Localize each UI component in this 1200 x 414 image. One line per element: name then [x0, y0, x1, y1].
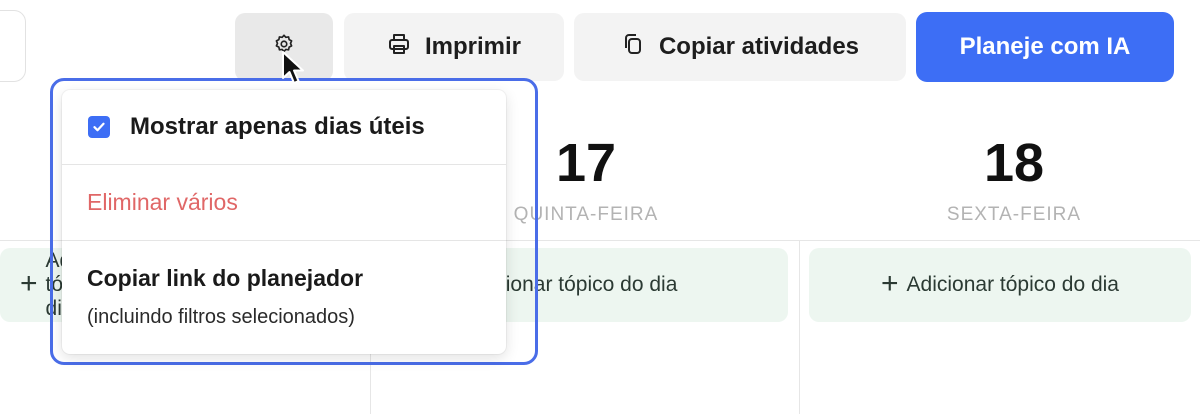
add-topic-label: Adicionar tópico do dia	[906, 273, 1119, 296]
show-weekdays-option[interactable]: Mostrar apenas dias úteis	[62, 90, 506, 164]
plus-icon: +	[20, 266, 38, 300]
copy-activities-label: Copiar atividades	[658, 33, 860, 60]
print-button[interactable]: Imprimir	[344, 13, 564, 81]
copy-link-sublabel: (incluindo filtros selecionados)	[87, 306, 355, 328]
copy-planner-link-option[interactable]: Copiar link do planejador (incluindo fil…	[62, 241, 506, 354]
delete-multiple-label: Eliminar vários	[87, 189, 238, 215]
delete-multiple-option[interactable]: Eliminar vários	[62, 165, 506, 240]
column-divider	[799, 240, 800, 414]
plan-with-ai-label: Planeje com IA	[959, 33, 1131, 60]
show-weekdays-label: Mostrar apenas dias úteis	[130, 113, 425, 140]
printer-icon	[387, 32, 411, 63]
copy-link-label: Copiar link do planejador	[87, 265, 364, 291]
day-number: 18	[983, 133, 1045, 193]
add-topic-button[interactable]: + Adicionar tópico do dia	[809, 248, 1191, 322]
plan-with-ai-button[interactable]: Planeje com IA	[916, 12, 1174, 82]
copy-activities-button[interactable]: Copiar atividades	[574, 13, 906, 81]
print-button-label: Imprimir	[424, 33, 522, 60]
day-header-18: 18 SEXTA-FEIRA	[894, 110, 1134, 226]
settings-dropdown: Mostrar apenas dias úteis Eliminar vário…	[62, 90, 506, 354]
plus-icon: +	[880, 266, 899, 300]
date-picker-control[interactable]	[0, 10, 26, 82]
gear-icon	[273, 33, 295, 60]
settings-button[interactable]	[235, 13, 333, 81]
day-name: SEXTA-FEIRA	[946, 204, 1082, 225]
weekdays-checkbox[interactable]	[88, 116, 110, 138]
copy-icon	[621, 32, 645, 63]
